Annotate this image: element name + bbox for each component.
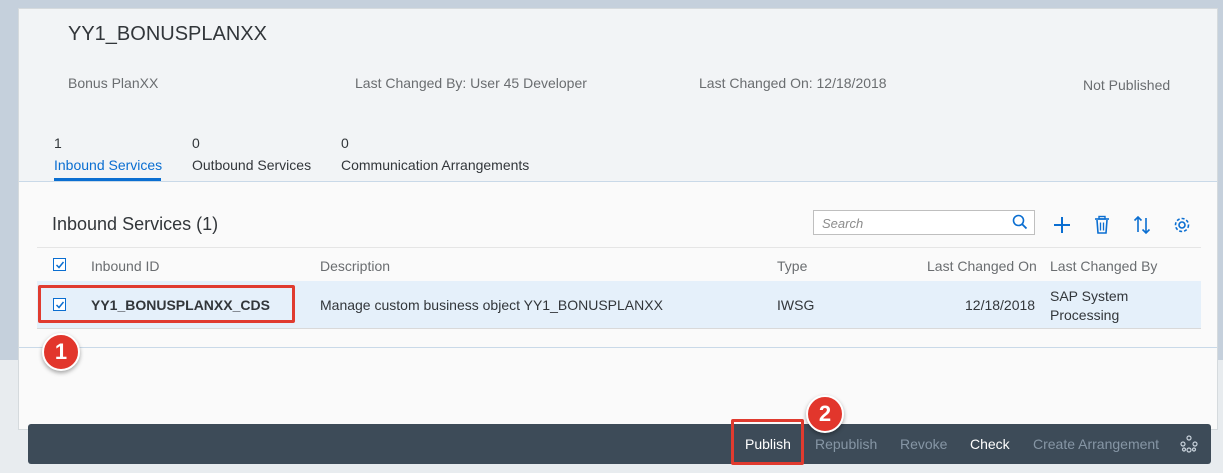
settings-icon[interactable] <box>1171 214 1193 236</box>
select-all-checkbox[interactable] <box>53 258 66 271</box>
cell-last-changed-on: 12/18/2018 <box>965 297 1036 313</box>
last-changed-on: Last Changed On: 12/18/2018 <box>699 75 887 91</box>
tab-inbound-services[interactable]: 1 Inbound Services <box>54 135 162 173</box>
object-description: Bonus PlanXX <box>68 75 159 91</box>
tab-count: 0 <box>192 135 200 151</box>
highlight-box-row <box>38 285 295 323</box>
tab-count: 0 <box>341 135 349 151</box>
sort-icon[interactable] <box>1131 214 1153 236</box>
last-changed-by: Last Changed By: User 45 Developer <box>355 75 587 91</box>
page-title: YY1_BONUSPLANXX <box>68 23 267 45</box>
create-arrangement-button[interactable]: Create Arrangement <box>1033 436 1159 452</box>
tab-label: Outbound Services <box>192 157 312 173</box>
tab-label: Inbound Services <box>54 157 163 173</box>
column-header-type[interactable]: Type <box>777 258 807 274</box>
object-header: YY1_BONUSPLANXX Bonus PlanXX Last Change… <box>19 9 1217 182</box>
cell-type: IWSG <box>777 297 815 313</box>
tab-outbound-services[interactable]: 0 Outbound Services <box>192 135 311 173</box>
step-badge-1: 1 <box>42 333 80 371</box>
status-text: Not Published <box>1083 77 1171 93</box>
object-page: YY1_BONUSPLANXX Bonus PlanXX Last Change… <box>18 8 1218 430</box>
section-title: Inbound Services (1) <box>52 214 219 234</box>
overflow-menu-icon[interactable] <box>1180 435 1198 458</box>
step-badge-2: 2 <box>806 395 844 433</box>
table-header: Inbound ID Description Type Last Changed… <box>37 247 1201 283</box>
cell-last-changed-by-line1: SAP System <box>1050 288 1129 304</box>
delete-icon[interactable] <box>1091 214 1113 236</box>
check-button[interactable]: Check <box>970 436 1010 452</box>
cell-description: Manage custom business object YY1_BONUSP… <box>320 297 663 313</box>
tab-count: 1 <box>54 135 62 151</box>
revoke-button[interactable]: Revoke <box>900 436 947 452</box>
column-header-last-changed-on[interactable]: Last Changed On <box>927 258 1037 274</box>
active-tab-indicator <box>54 178 161 181</box>
tab-communication-arrangements[interactable]: 0 Communication Arrangements <box>341 135 529 173</box>
column-header-description[interactable]: Description <box>320 258 390 274</box>
search-input[interactable]: Search <box>813 210 1035 235</box>
section-divider <box>19 347 1217 348</box>
search-icon[interactable] <box>1012 214 1028 235</box>
tab-label: Communication Arrangements <box>341 157 530 173</box>
cell-last-changed-by-line2: Processing <box>1050 307 1120 323</box>
column-header-last-changed-by[interactable]: Last Changed By <box>1050 258 1157 274</box>
footer-toolbar: Publish Republish Revoke Check Create Ar… <box>28 424 1211 464</box>
add-icon[interactable] <box>1051 214 1073 236</box>
search-placeholder: Search <box>822 216 864 231</box>
republish-button[interactable]: Republish <box>815 436 877 452</box>
highlight-box-publish <box>731 419 804 465</box>
column-header-inbound-id[interactable]: Inbound ID <box>91 258 160 274</box>
